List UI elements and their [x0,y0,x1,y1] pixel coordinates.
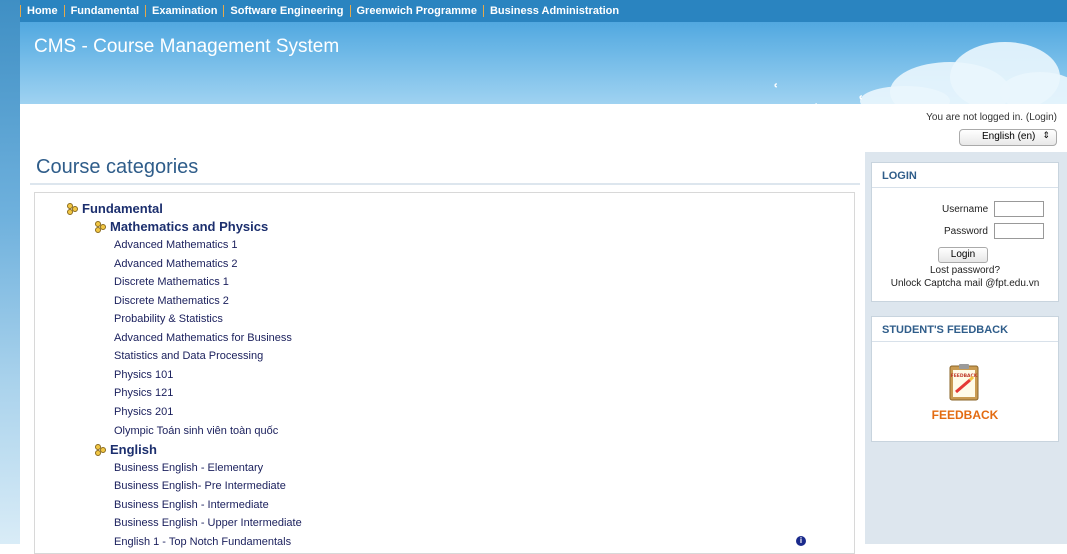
login-link[interactable]: Login [1029,112,1053,123]
nav-item-software-engineering[interactable]: Software Engineering [217,0,344,22]
site-title[interactable]: CMS - Course Management System [34,36,339,58]
course-link[interactable]: English 1 - Top Notch Fundamentals [114,536,291,548]
course-link[interactable]: Physics 201 [114,406,173,418]
login-status-close: ) [1053,112,1057,123]
course-link[interactable]: Advanced Mathematics 2 [114,258,238,270]
language-value: English (en) [982,131,1036,142]
nav-link-examination[interactable]: Examination [152,5,217,17]
course-link[interactable]: Physics 121 [114,387,173,399]
nav-item-home[interactable]: Home [20,0,58,22]
nav-separator [482,5,484,17]
nav-separator [20,5,21,17]
course-link[interactable]: Advanced Mathematics for Business [114,332,292,344]
unlock-captcha-link[interactable]: Unlock Captcha mail @fpt.edu.vn [872,278,1058,289]
bird-icon: ʿ [857,92,864,104]
feedback-block-title: STUDENT'S FEEDBACK [872,317,1058,342]
nav-separator [145,5,147,17]
password-input[interactable] [994,223,1044,239]
feedback-label[interactable]: FEEDBACK [872,408,1058,422]
main-content: Course categories Fundamental Mathematic… [20,152,865,554]
category-label[interactable]: English [110,442,157,457]
nav-link-fundamental[interactable]: Fundamental [71,5,139,17]
category-mathematics-and-physics[interactable]: Mathematics and Physics [95,219,268,234]
student-feedback-block: STUDENT'S FEEDBACK FEEDBACK FEEDBACK [871,316,1059,442]
nav-item-greenwich-programme[interactable]: Greenwich Programme [344,0,477,22]
login-block: LOGIN Username Password Login Lost passw… [871,162,1059,302]
login-button[interactable]: Login [938,247,988,263]
course-link[interactable]: Physics 101 [114,369,173,381]
course-link[interactable]: Business English- Pre Intermediate [114,480,286,492]
nav-separator [223,5,225,17]
course-link[interactable]: Business English - Intermediate [114,499,269,511]
nav-link-home[interactable]: Home [27,5,58,17]
course-link[interactable]: Discrete Mathematics 1 [114,276,229,288]
nav-item-business-administration[interactable]: Business Administration [477,0,619,22]
page: Home Fundamental Examination Software En… [20,0,1067,554]
login-block-title: LOGIN [872,163,1058,188]
login-status: You are not logged in. (Login) [926,112,1057,123]
category-label[interactable]: Fundamental [82,201,163,216]
course-link[interactable]: Business English - Elementary [114,462,263,474]
category-tree-icon [95,444,106,456]
category-tree-icon [67,203,78,215]
nav-item-examination[interactable]: Examination [139,0,217,22]
language-select[interactable]: English (en) ⇕ [959,129,1057,146]
nav-separator [63,5,65,17]
course-link[interactable]: Probability & Statistics [114,313,223,325]
category-english[interactable]: English [95,442,157,457]
course-link[interactable]: Business English - Upper Intermediate [114,517,302,529]
nav-link-software-engineering[interactable]: Software Engineering [230,5,343,17]
sidebar: LOGIN Username Password Login Lost passw… [865,152,1067,544]
nav-item-fundamental[interactable]: Fundamental [58,0,139,22]
page-title: Course categories [36,156,199,178]
course-link[interactable]: Statistics and Data Processing [114,350,263,362]
header-bar: You are not logged in. (Login) English (… [20,104,1067,154]
category-label[interactable]: Mathematics and Physics [110,219,268,234]
nav-link-greenwich-programme[interactable]: Greenwich Programme [357,5,477,17]
left-gradient-strip [0,0,20,544]
course-link[interactable]: Advanced Mathematics 1 [114,239,238,251]
username-label: Username [942,204,989,215]
username-input[interactable] [994,201,1044,217]
select-arrows-icon: ⇕ [1042,130,1050,140]
course-link[interactable]: Discrete Mathematics 2 [114,295,229,307]
course-link[interactable]: Olympic Toán sinh viên toàn quốc [114,425,278,437]
top-navigation: Home Fundamental Examination Software En… [20,0,1067,22]
site-banner: CMS - Course Management System ʿ ʿ ʿ [20,22,1067,104]
category-fundamental[interactable]: Fundamental [67,201,163,216]
password-label: Password [944,226,988,237]
feedback-clipboard-icon[interactable]: FEEDBACK [944,362,984,402]
title-divider [30,183,860,185]
bird-icon: ʿ [772,80,780,104]
nav-link-business-administration[interactable]: Business Administration [490,5,619,17]
info-icon[interactable]: i [796,536,806,546]
category-tree-icon [95,221,106,233]
login-status-text: You are not logged in. ( [926,112,1030,123]
lost-password-link[interactable]: Lost password? [872,265,1058,276]
nav-separator [349,5,351,17]
